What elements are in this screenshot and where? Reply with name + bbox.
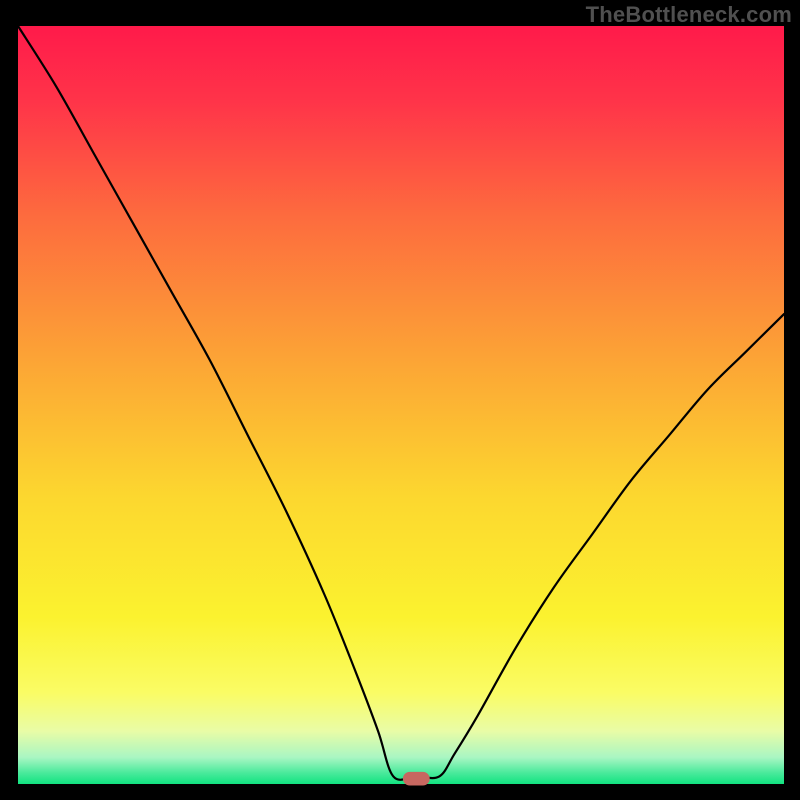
optimal-marker: [403, 772, 430, 786]
attribution-label: TheBottleneck.com: [586, 2, 792, 28]
bottleneck-chart: [0, 0, 800, 800]
plot-background: [18, 26, 784, 784]
